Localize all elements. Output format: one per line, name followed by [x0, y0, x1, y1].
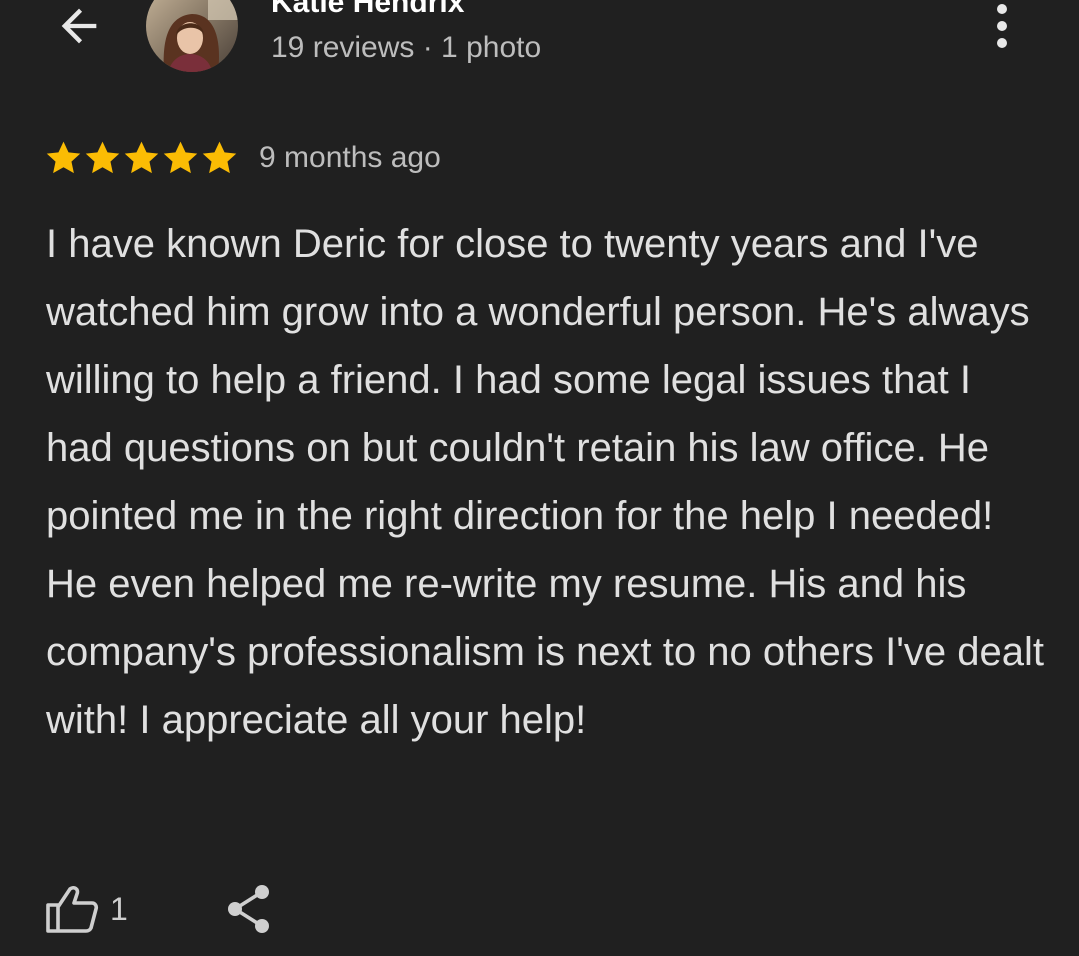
star-icon [202, 141, 237, 173]
star-icon [85, 141, 120, 173]
reviewer-meta: 19 reviews · 1 photo [271, 31, 542, 64]
share-icon [227, 885, 269, 933]
rating-row: 9 months ago [44, 136, 441, 180]
star-icon [46, 141, 81, 173]
back-button[interactable] [50, 0, 108, 52]
avatar[interactable] [146, 0, 238, 72]
reviewer-photo [146, 0, 238, 72]
thumb-up-icon [46, 886, 99, 933]
review-text: I have known Deric for close to twenty y… [46, 210, 1046, 754]
arrow-back-icon [61, 8, 97, 44]
like-button[interactable]: 1 [44, 883, 128, 935]
review-paragraph: I have known Deric for close to twenty y… [46, 222, 1030, 538]
share-button[interactable] [224, 883, 274, 935]
like-count: 1 [110, 890, 128, 927]
reviewer-name[interactable]: Katie Hendrix [271, 0, 464, 20]
star-icon [124, 141, 159, 173]
more-vert-icon [997, 4, 1007, 48]
review-date: 9 months ago [259, 141, 441, 174]
star-rating [44, 139, 239, 178]
more-options-button[interactable] [980, 0, 1024, 52]
review-actions: 1 [44, 878, 274, 940]
review-header: Katie Hendrix 19 reviews · 1 photo [0, 0, 1079, 90]
star-icon [163, 141, 198, 173]
review-paragraph: He even helped me re-write my resume. Hi… [46, 562, 1044, 742]
